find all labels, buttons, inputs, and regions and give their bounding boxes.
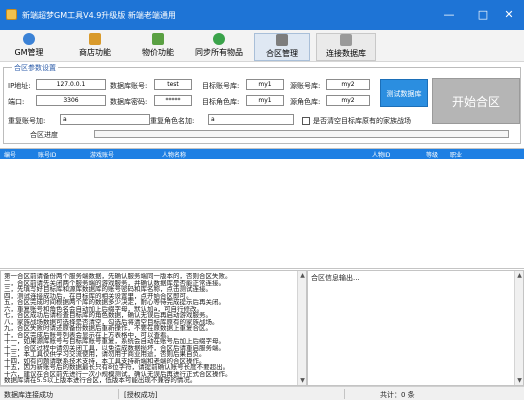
instructions-log[interactable]: 第一合区前请备份两个服务端数据，先确认服务端同一版本的，否则合区失败。 二，合区… (0, 270, 307, 386)
db-account-label: 数据库账号: (110, 82, 148, 90)
title-bar: 新端超梦GM工具V4.9升级版 新端老端通用 — □ ✕ (0, 0, 524, 30)
progress-label: 合区进度 (30, 131, 58, 139)
db-account-input[interactable]: test (154, 79, 192, 90)
scroll-up-icon[interactable]: ▲ (299, 272, 306, 279)
clear-target-checkbox[interactable] (302, 117, 310, 125)
dup-role-label: 重复角色名加: (150, 117, 195, 125)
tab-label: 物价功能 (142, 48, 174, 57)
start-merge-button[interactable]: 开始合区 (432, 78, 520, 124)
column-header[interactable]: 等级 (426, 150, 438, 159)
status-divider (344, 389, 345, 399)
ip-input[interactable]: 127.0.0.1 (36, 79, 106, 90)
column-header[interactable]: 游戏账号 (90, 150, 114, 159)
tab-connect-database[interactable]: 连接数据库 (316, 33, 376, 61)
scroll-up-icon[interactable]: ▲ (516, 272, 523, 279)
tab-label: 合区管理 (266, 49, 298, 58)
scroll-down-icon[interactable]: ▼ (299, 377, 306, 384)
table-header: 编号 账号ID 游戏账号 人物名称 人物ID 等级 职业 (0, 149, 524, 159)
tab-label: 商店功能 (79, 48, 111, 57)
close-button[interactable]: ✕ (500, 6, 518, 24)
shop-icon (89, 33, 101, 45)
port-label: 端口: (8, 98, 25, 106)
clear-target-label: 是否清空目标库原有的家族战场 (313, 117, 411, 125)
price-icon (152, 33, 164, 45)
tab-shop[interactable]: 商店功能 (70, 33, 120, 61)
db-status: 数据库连接成功 (4, 391, 53, 399)
dup-account-input[interactable]: a (60, 114, 150, 125)
ip-label: IP地址: (8, 82, 31, 90)
db-password-label: 数据库密码: (110, 98, 148, 106)
account-table[interactable]: 编号 账号ID 游戏账号 人物名称 人物ID 等级 职业 (0, 148, 524, 269)
toolbar: GM管理 商店功能 物价功能 同步所有物品 合区管理 连接数据库 (0, 30, 524, 62)
dup-account-label: 重复账号加: (8, 117, 46, 125)
target-account-db-label: 目标账号库: (202, 82, 240, 90)
merge-settings-group: 合区参数设置 IP地址: 127.0.0.1 端口: 3306 数据库账号: t… (3, 63, 521, 144)
tab-label: GM管理 (14, 48, 44, 57)
column-header[interactable]: 人物名称 (162, 150, 186, 159)
license-status: [授权成功] (124, 391, 158, 399)
app-icon (6, 9, 17, 20)
total-count: 共计：0 条 (380, 391, 415, 399)
source-account-db-input[interactable]: my2 (326, 79, 370, 90)
tab-price[interactable]: 物价功能 (134, 33, 182, 61)
log-scrollbar[interactable]: ▲ ▼ (297, 271, 306, 385)
port-input[interactable]: 3306 (36, 95, 106, 106)
window-title: 新端超梦GM工具V4.9升级版 新端老端通用 (22, 11, 176, 20)
output-scrollbar[interactable]: ▲ ▼ (514, 271, 523, 385)
tab-sync-items[interactable]: 同步所有物品 (188, 33, 250, 61)
merge-icon (276, 34, 288, 46)
group-title: 合区参数设置 (12, 63, 58, 73)
column-header[interactable]: 人物ID (372, 150, 390, 159)
source-role-db-label: 源角色库: (290, 98, 321, 106)
tab-label: 同步所有物品 (195, 48, 243, 57)
log-line: 数据库请在5.5以上版本进行合区，低版本可能出现不兼容的情况。 (4, 377, 197, 384)
output-title: 合区信息输出... (311, 274, 360, 282)
source-account-db-label: 源账号库: (290, 82, 321, 90)
tab-gm-management[interactable]: GM管理 (8, 33, 50, 61)
column-header[interactable]: 职业 (450, 150, 462, 159)
test-database-button[interactable]: 测试数据库 (380, 79, 428, 107)
sync-icon (213, 33, 225, 45)
maximize-button[interactable]: □ (474, 6, 492, 24)
tab-label: 连接数据库 (326, 49, 366, 58)
user-icon (23, 33, 35, 45)
merge-output-box[interactable]: 合区信息输出... ▲ ▼ (307, 270, 524, 386)
column-header[interactable]: 账号ID (38, 150, 56, 159)
scroll-down-icon[interactable]: ▼ (516, 377, 523, 384)
tab-merge-management[interactable]: 合区管理 (254, 33, 310, 61)
db-password-input[interactable]: ***** (154, 95, 192, 106)
status-divider (118, 389, 119, 399)
source-role-db-input[interactable]: my2 (326, 95, 370, 106)
database-icon (340, 34, 352, 46)
dup-role-input[interactable]: a (208, 114, 294, 125)
merge-progress-bar (94, 130, 509, 138)
status-bar: 数据库连接成功 [授权成功] 共计：0 条 (0, 386, 524, 400)
target-role-db-label: 目标角色库: (202, 98, 240, 106)
target-role-db-input[interactable]: my1 (246, 95, 284, 106)
column-header[interactable]: 编号 (4, 150, 16, 159)
target-account-db-input[interactable]: my1 (246, 79, 284, 90)
minimize-button[interactable]: — (440, 6, 458, 24)
